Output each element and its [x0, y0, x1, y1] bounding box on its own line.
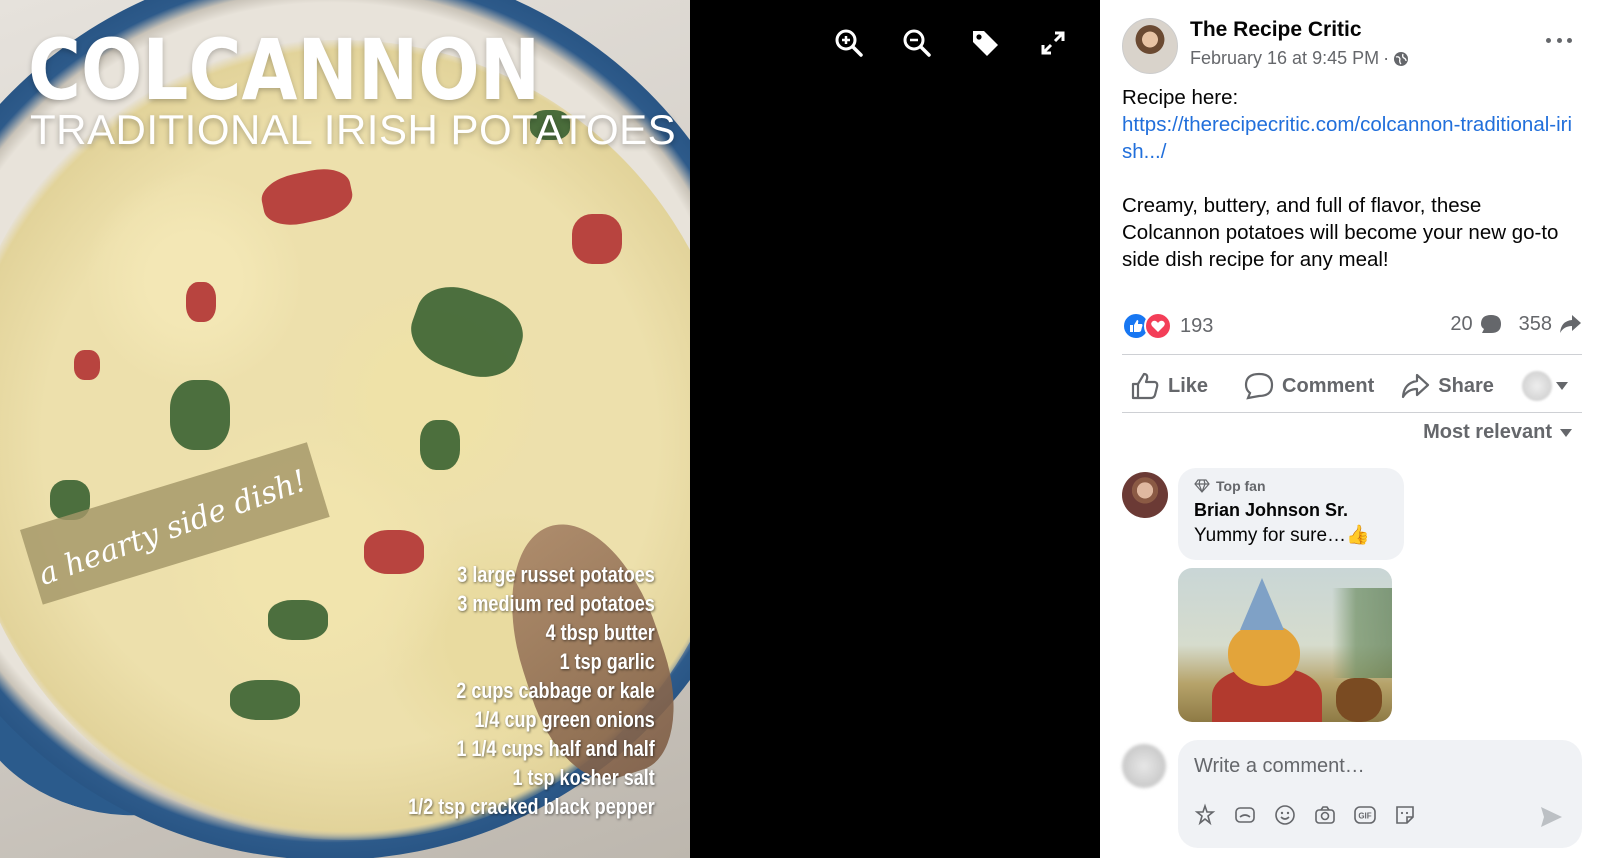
ingredient-item: 4 tbsp butter	[545, 620, 655, 645]
zoom-in-icon[interactable]	[830, 22, 868, 64]
reaction-count: 193	[1180, 314, 1214, 337]
kale	[420, 420, 460, 470]
potato-skin	[572, 214, 622, 264]
ingredient-list: 3 large russet potatoes 3 medium red pot…	[408, 560, 655, 821]
share-icon	[1402, 373, 1430, 399]
tag-icon[interactable]	[966, 22, 1004, 64]
user-avatar	[1122, 744, 1166, 788]
like-button[interactable]: Like	[1130, 371, 1208, 401]
recipe-link[interactable]: https://therecipecritic.com/colcannon-tr…	[1122, 113, 1572, 163]
potato-skin	[186, 282, 216, 322]
gif-party-hat	[1240, 578, 1284, 630]
post-photo[interactable]: COLCANNON TRADITIONAL IRISH POTATOES a h…	[0, 0, 690, 858]
post-body: Creamy, buttery, and full of flavor, the…	[1122, 194, 1559, 271]
share-label: Share	[1438, 374, 1494, 397]
send-icon[interactable]	[1538, 804, 1564, 830]
comment-label: Comment	[1282, 374, 1375, 397]
emoji-icon[interactable]	[1272, 802, 1298, 828]
share-button[interactable]: Share	[1400, 371, 1494, 401]
like-label: Like	[1168, 374, 1209, 397]
gif-icon[interactable]: GIF	[1352, 802, 1378, 828]
photo-title: COLCANNON	[28, 21, 541, 119]
ingredient-item: 1/2 tsp cracked black pepper	[408, 794, 655, 819]
zoom-out-icon[interactable]	[898, 22, 936, 64]
page-name[interactable]: The Recipe Critic	[1190, 18, 1362, 42]
svg-text:GIF: GIF	[1358, 812, 1371, 821]
comment-button[interactable]: Comment	[1244, 371, 1374, 401]
photo-subtitle: TRADITIONAL IRISH POTATOES	[30, 106, 677, 153]
comment-author[interactable]: Brian Johnson Sr.	[1194, 500, 1388, 521]
thumbs-up-icon	[1131, 372, 1159, 400]
gif-grass	[1332, 588, 1392, 678]
meta-separator: ·	[1383, 48, 1390, 68]
camera-icon[interactable]	[1312, 802, 1338, 828]
comment-input[interactable]	[1194, 750, 1564, 782]
composer-tools: GIF	[1192, 802, 1418, 828]
comment-count: 20	[1450, 312, 1473, 335]
top-fan-badge: Top fan	[1194, 478, 1388, 494]
divider	[1122, 412, 1582, 413]
post-text: Recipe here: https://therecipecritic.com…	[1122, 84, 1582, 273]
profile-avatar	[1521, 371, 1552, 401]
image-search-icon[interactable]	[1232, 802, 1258, 828]
post-timestamp[interactable]: February 16 at 9:45 PM	[1190, 48, 1379, 69]
more-options-icon[interactable]	[1546, 30, 1572, 50]
ingredient-item: 2 cups cabbage or kale	[456, 678, 655, 703]
share-count: 358	[1518, 312, 1552, 335]
potato-skin	[74, 350, 100, 380]
gif-honey-pot	[1336, 678, 1382, 722]
reaction-picker-button[interactable]	[1521, 371, 1568, 401]
kale	[170, 380, 230, 450]
sticker-icon[interactable]	[1392, 802, 1418, 828]
diamond-icon	[1194, 479, 1210, 493]
post-side-panel: The Recipe Critic February 16 at 9:45 PM…	[1100, 0, 1600, 858]
reaction-summary[interactable]: 193	[1122, 312, 1213, 340]
top-fan-label: Top fan	[1216, 478, 1266, 494]
ingredient-item: 1 tsp garlic	[559, 649, 655, 674]
share-arrow-icon	[1560, 315, 1581, 333]
ingredient-item: 3 medium red potatoes	[457, 591, 655, 616]
ingredient-item: 1 tsp kosher salt	[512, 765, 655, 790]
post-meta: February 16 at 9:45 PM ·	[1190, 48, 1409, 69]
avatar-sticker-icon[interactable]	[1192, 802, 1218, 828]
comment-gif[interactable]	[1178, 568, 1392, 722]
ingredient-item: 1/4 cup green onions	[474, 707, 655, 732]
comment-composer: GIF	[1178, 740, 1582, 848]
comment-bubble: Top fan Brian Johnson Sr. Yummy for sure…	[1178, 468, 1404, 560]
comment-text: Yummy for sure…👍	[1194, 525, 1370, 546]
globe-icon	[1394, 51, 1409, 66]
commenter-avatar[interactable]	[1122, 472, 1168, 518]
chevron-down-icon	[1555, 382, 1568, 390]
post-action-bar: Like Comment Share	[1122, 360, 1600, 412]
engagement-counts: 20 358	[1450, 312, 1582, 336]
kale	[268, 600, 328, 640]
ingredient-item: 3 large russet potatoes	[457, 562, 655, 587]
sort-label: Most relevant	[1423, 421, 1552, 443]
photo-viewer: COLCANNON TRADITIONAL IRISH POTATOES a h…	[0, 0, 1100, 858]
post-intro: Recipe here:	[1122, 86, 1239, 109]
comment-icon	[1244, 372, 1274, 400]
chevron-down-icon	[1560, 428, 1572, 437]
comment-sort-dropdown[interactable]: Most relevant	[1423, 421, 1572, 444]
share-count-group[interactable]: 358	[1519, 312, 1582, 336]
kale	[230, 680, 300, 720]
photo-theater: COLCANNON TRADITIONAL IRISH POTATOES a h…	[0, 0, 1600, 858]
fullscreen-icon[interactable]	[1034, 22, 1072, 64]
divider	[1122, 354, 1582, 355]
ingredient-item: 1 1/4 cups half and half	[456, 736, 655, 761]
comment-count-group[interactable]: 20	[1450, 312, 1502, 336]
gif-character-head	[1228, 624, 1300, 686]
comment-bubble-icon	[1480, 315, 1501, 333]
page-avatar[interactable]	[1122, 18, 1178, 74]
love-reaction-icon	[1144, 312, 1172, 340]
viewer-toolbar	[830, 22, 1072, 64]
